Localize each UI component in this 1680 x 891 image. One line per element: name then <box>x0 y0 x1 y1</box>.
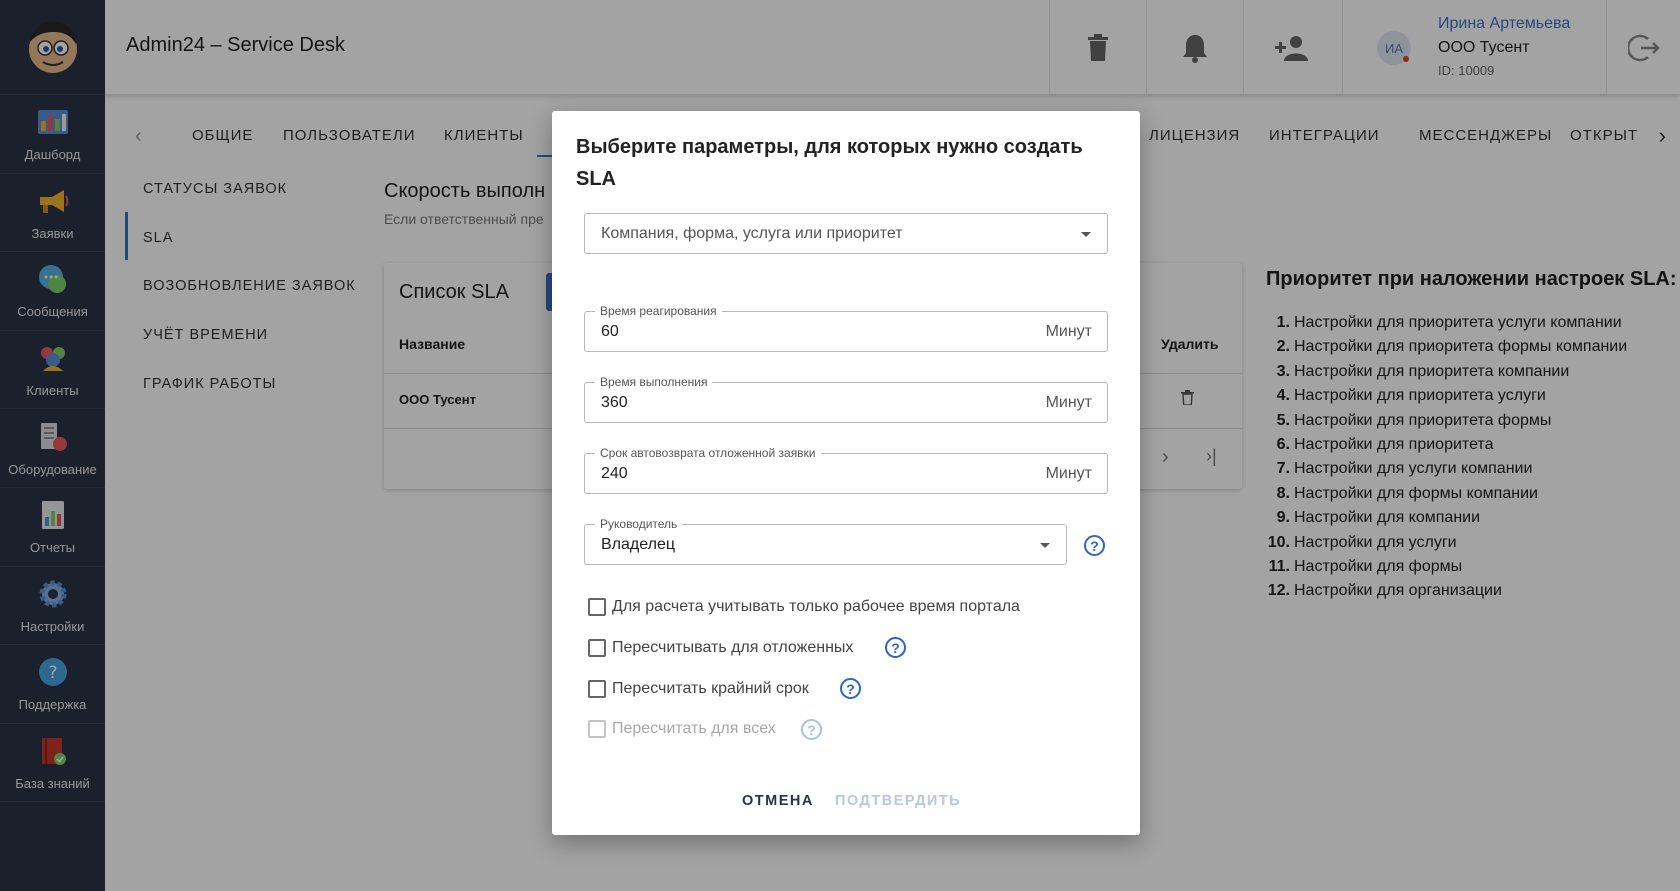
chevron-down-icon <box>1040 543 1050 548</box>
chevron-down-icon <box>1081 232 1091 237</box>
field-value: Владелец <box>601 536 676 553</box>
checkbox-box[interactable] <box>588 639 606 657</box>
select-placeholder: Компания, форма, услуга или приоритет <box>601 225 903 242</box>
reaction-time-field[interactable]: Время реагирования 60 Минут <box>584 304 1108 352</box>
confirm-button: ПОДТВЕРДИТЬ <box>835 793 962 809</box>
recalc-deadline-help-icon[interactable]: ? <box>840 678 861 699</box>
recalc-deadline-checkbox[interactable]: Пересчитать крайний срок <box>588 677 809 701</box>
checkbox-label: Пересчитывать для отложенных <box>612 639 854 656</box>
field-label: Время реагирования <box>595 304 722 318</box>
field-unit: Минут <box>1045 394 1092 411</box>
recalc-postponed-checkbox[interactable]: Пересчитывать для отложенных <box>588 636 853 660</box>
work-time-checkbox[interactable]: Для расчета учитывать только рабочее вре… <box>588 595 1020 619</box>
manager-select[interactable]: Руководитель Владелец <box>584 517 1067 565</box>
autoreturn-time-field[interactable]: Срок автовозврата отложенной заявки 240 … <box>584 446 1108 494</box>
field-value[interactable]: 60 <box>601 323 619 341</box>
dialog-title: Выберите параметры, для которых нужно со… <box>576 136 1083 190</box>
cancel-button[interactable]: ОТМЕНА <box>742 793 814 809</box>
field-value[interactable]: 240 <box>601 465 628 483</box>
checkbox-box[interactable] <box>588 680 606 698</box>
sla-target-select[interactable]: Компания, форма, услуга или приоритет <box>584 213 1108 254</box>
completion-time-field[interactable]: Время выполнения 360 Минут <box>584 375 1108 423</box>
recalc-postponed-help-icon[interactable]: ? <box>885 637 906 658</box>
checkbox-label: Для расчета учитывать только рабочее вре… <box>612 598 1020 615</box>
manager-help-icon[interactable]: ? <box>1084 535 1105 556</box>
field-label: Руководитель <box>595 517 683 531</box>
recalc-all-help-icon: ? <box>801 719 822 740</box>
field-label: Время выполнения <box>595 375 713 389</box>
field-label: Срок автовозврата отложенной заявки <box>595 446 821 460</box>
checkbox-label: Пересчитать для всех <box>612 720 776 737</box>
field-value[interactable]: 360 <box>601 394 628 412</box>
field-unit: Минут <box>1045 465 1092 482</box>
checkbox-label: Пересчитать крайний срок <box>612 680 809 697</box>
field-unit: Минут <box>1045 323 1092 340</box>
checkbox-box <box>588 720 606 738</box>
checkbox-box[interactable] <box>588 598 606 616</box>
create-sla-dialog: Выберите параметры, для которых нужно со… <box>552 111 1140 835</box>
recalc-all-checkbox: Пересчитать для всех <box>588 717 776 741</box>
